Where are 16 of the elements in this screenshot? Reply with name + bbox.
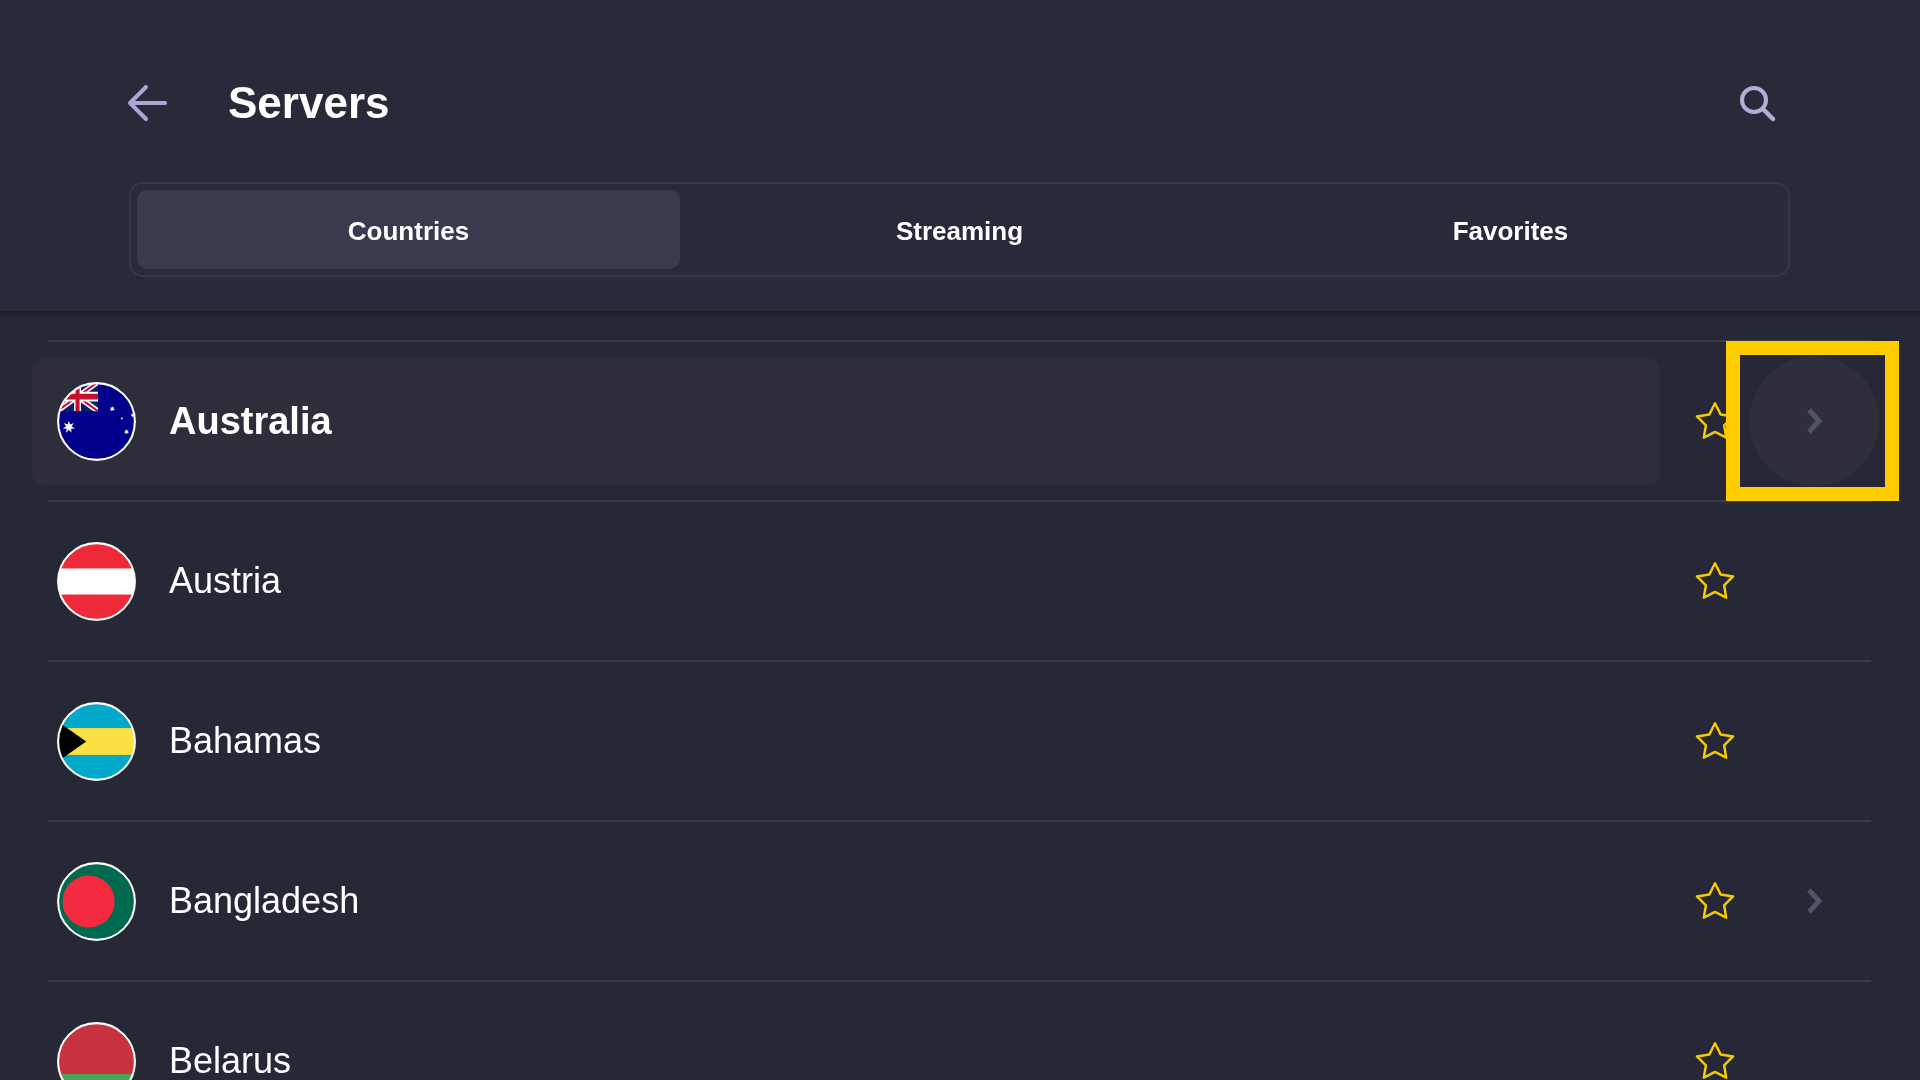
belarus-flag-icon [57,1021,136,1080]
country-item[interactable]: Austria [32,517,1660,645]
country-item[interactable]: Belarus [32,997,1660,1080]
star-icon[interactable] [1694,1041,1736,1080]
search-icon[interactable] [1739,84,1776,122]
star-icon[interactable] [1694,881,1736,921]
back-arrow-icon[interactable] [125,83,168,123]
tab[interactable]: Streaming [688,190,1231,269]
tab[interactable]: Favorites [1239,190,1782,269]
star-icon[interactable] [1694,721,1736,761]
country-item[interactable]: Australia [32,357,1660,485]
country-item[interactable]: Bahamas [32,677,1660,805]
tab[interactable]: Countries [137,190,680,269]
star-icon[interactable] [1694,561,1736,601]
country-item[interactable]: Bangladesh [32,837,1660,965]
page-title: Servers [228,77,390,129]
